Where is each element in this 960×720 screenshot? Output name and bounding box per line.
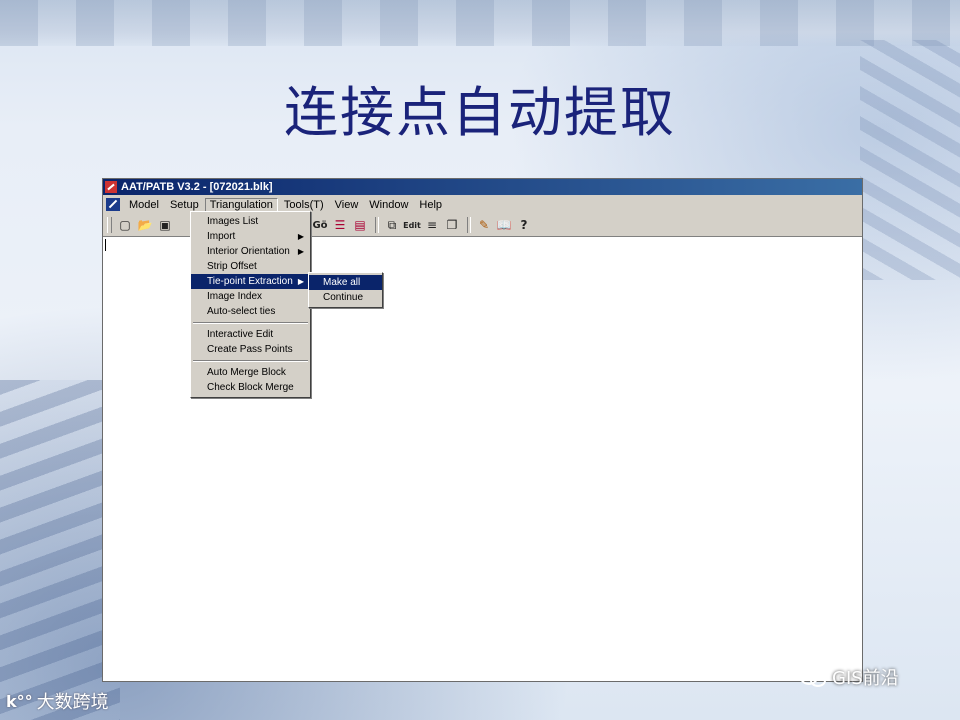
save-icon[interactable]: ▣ <box>156 216 174 234</box>
watermark-right: GIS前沿 <box>800 664 899 690</box>
menu-item-create-pass-points[interactable]: Create Pass Points <box>191 342 310 357</box>
menu-tools[interactable]: Tools(T) <box>279 198 329 212</box>
menu-item-label: Create Pass Points <box>207 344 293 355</box>
menu-window[interactable]: Window <box>364 198 413 212</box>
submenu-item-continue[interactable]: Continue <box>309 290 382 305</box>
menu-setup[interactable]: Setup <box>165 198 204 212</box>
watermark-logo: k°° <box>6 691 33 711</box>
menu-item-label: Check Block Merge <box>207 382 294 393</box>
menu-item-image-index[interactable]: Image Index <box>191 289 310 304</box>
window-titlebar[interactable]: AAT/PATB V3.2 - [072021.blk] <box>103 179 862 195</box>
note-icon[interactable]: ✎ <box>475 216 493 234</box>
app-icon[interactable] <box>105 181 117 193</box>
menu-item-strip-offset[interactable]: Strip Offset <box>191 259 310 274</box>
edit-icon[interactable]: Edit <box>403 216 421 234</box>
menu-item-label: Auto-select ties <box>207 306 276 317</box>
menu-item-label: Auto Merge Block <box>207 367 286 378</box>
menu-item-auto-select-ties[interactable]: Auto-select ties <box>191 304 310 319</box>
menu-item-auto-merge-block[interactable]: Auto Merge Block <box>191 365 310 380</box>
menu-separator <box>193 322 308 324</box>
open-folder-icon[interactable]: 📂 <box>136 216 154 234</box>
menu-item-tie-point-extraction[interactable]: Tie-point Extraction ▶ <box>191 274 310 289</box>
wechat-icon <box>800 668 826 687</box>
menu-item-import[interactable]: Import ▶ <box>191 229 310 244</box>
menu-model[interactable]: Model <box>124 198 164 212</box>
list-icon[interactable]: ☰ <box>331 216 349 234</box>
submenu-arrow-icon: ▶ <box>297 277 304 286</box>
new-file-icon[interactable]: ▢ <box>116 216 134 234</box>
menu-item-images-list[interactable]: Images List <box>191 214 310 229</box>
slide-title: 连接点自动提取 <box>284 81 676 144</box>
windows-icon[interactable]: ⧉ <box>383 216 401 234</box>
toolbar-separator <box>375 217 379 233</box>
triangulation-dropdown: Images List Import ▶ Interior Orientation… <box>190 211 311 398</box>
watermark-left: k°° 大数跨境 <box>6 688 109 714</box>
slide-header-band <box>0 0 960 46</box>
submenu-item-make-all[interactable]: Make all <box>309 275 382 290</box>
menu-item-label: Interior Orientation <box>207 246 290 257</box>
document-icon[interactable] <box>106 198 120 211</box>
menu-view[interactable]: View <box>330 198 364 212</box>
tie-point-submenu: Make all Continue <box>308 272 383 308</box>
copy-icon[interactable]: ❐ <box>443 216 461 234</box>
menu-item-label: Image Index <box>207 291 263 302</box>
menu-item-label: Strip Offset <box>207 261 257 272</box>
submenu-arrow-icon: ▶ <box>297 232 304 241</box>
watermark-left-text: 大数跨境 <box>36 692 109 713</box>
menu-item-interactive-edit[interactable]: Interactive Edit <box>191 327 310 342</box>
toolbar-separator <box>467 217 471 233</box>
book-icon[interactable]: 📖 <box>495 216 513 234</box>
help-icon[interactable]: ? <box>515 216 533 234</box>
go-icon[interactable]: Gö <box>311 216 329 234</box>
watermark-right-text: GIS前沿 <box>832 668 899 689</box>
menu-item-label: Import <box>207 231 236 242</box>
chart-icon[interactable]: ▤ <box>351 216 369 234</box>
menu-item-interior-orientation[interactable]: Interior Orientation ▶ <box>191 244 310 259</box>
menu-triangulation[interactable]: Triangulation <box>204 197 278 212</box>
align-icon[interactable]: ≡ <box>423 216 441 234</box>
menu-item-label: Images List <box>207 216 259 227</box>
menu-item-check-block-merge[interactable]: Check Block Merge <box>191 380 310 395</box>
text-caret <box>105 239 106 251</box>
submenu-arrow-icon: ▶ <box>297 247 304 256</box>
menu-separator <box>193 360 308 362</box>
menu-help[interactable]: Help <box>414 198 447 212</box>
menu-item-label: Tie-point Extraction <box>207 276 293 287</box>
window-title: AAT/PATB V3.2 - [072021.blk] <box>121 181 273 193</box>
toolbar-grip[interactable] <box>107 217 112 233</box>
menu-item-label: Interactive Edit <box>207 329 274 340</box>
